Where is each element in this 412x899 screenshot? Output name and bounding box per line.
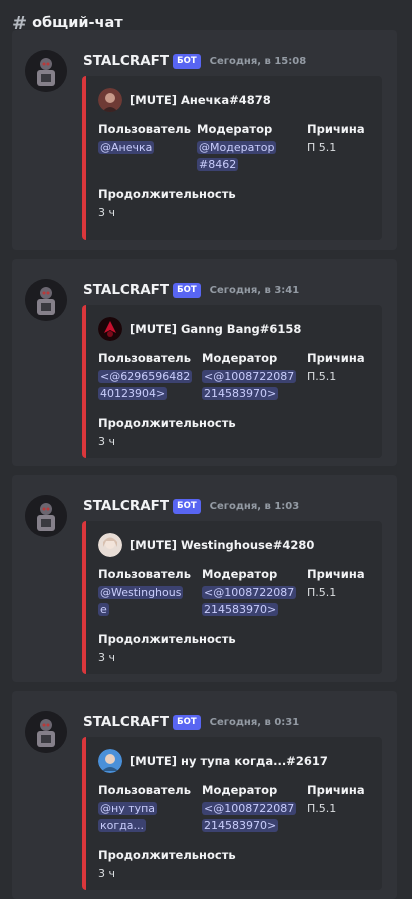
- bot-tag: БОТ: [173, 53, 201, 69]
- duration-value: 3 ч: [98, 206, 115, 219]
- mute-embed: [MUTE] Анечка#4878 Пользователь @Анечка …: [82, 76, 382, 240]
- bot-avatar[interactable]: [25, 50, 67, 92]
- message-header: STALCRAFT БОТ Сегодня, в 15:08: [83, 53, 306, 69]
- embed-title: [MUTE] ну тупа когда...#2617: [130, 754, 328, 768]
- field-moderator-label: Модератор: [202, 783, 278, 797]
- field-reason: Причина П.5.1: [307, 567, 377, 601]
- mute-embed: [MUTE] Ganng Bang#6158 Пользователь <@62…: [82, 305, 382, 458]
- field-reason: Причина П 5.1: [307, 122, 377, 156]
- field-user-label: Пользователь: [98, 783, 191, 797]
- bot-tag: БОТ: [173, 714, 201, 730]
- embed-user-avatar: [98, 749, 122, 773]
- message-header: STALCRAFT БОТ Сегодня, в 1:03: [83, 498, 299, 514]
- reason-value: П 5.1: [307, 141, 337, 154]
- timestamp: Сегодня, в 15:08: [209, 55, 307, 67]
- field-user-label: Пользователь: [98, 567, 191, 581]
- message[interactable]: STALCRAFT БОТ Сегодня, в 3:41 [MUTE] Gan…: [12, 259, 397, 466]
- field-moderator-label: Модератор: [197, 122, 273, 136]
- message[interactable]: STALCRAFT БОТ Сегодня, в 1:03 [MUTE] Wes…: [12, 475, 397, 682]
- field-duration: Продолжительность 3 ч: [98, 848, 358, 882]
- mute-embed: [MUTE] Westinghouse#4280 Пользователь @W…: [82, 521, 382, 674]
- message[interactable]: STALCRAFT БОТ Сегодня, в 0:31 [MUTE] ну …: [12, 691, 397, 899]
- user-mention-part1[interactable]: <@6296596482: [98, 370, 193, 383]
- moderator-mention-part1[interactable]: <@1008722087: [202, 586, 297, 599]
- embed-user-avatar: [98, 88, 122, 112]
- reason-value: П.5.1: [307, 370, 337, 383]
- embed-author: [MUTE] Ganng Bang#6158: [98, 317, 301, 341]
- user-mention-part2[interactable]: когда...: [98, 819, 146, 832]
- field-duration: Продолжительность 3 ч: [98, 632, 358, 666]
- field-duration: Продолжительность 3 ч: [98, 416, 358, 450]
- field-duration-label: Продолжительность: [98, 632, 236, 646]
- field-moderator-label: Модератор: [202, 351, 278, 365]
- embed-author: [MUTE] Анечка#4878: [98, 88, 271, 112]
- author-name[interactable]: STALCRAFT: [83, 714, 169, 730]
- embed-title: [MUTE] Анечка#4878: [130, 93, 271, 107]
- field-moderator: Модератор <@1008722087 214583970>: [202, 783, 302, 834]
- moderator-mention-part1[interactable]: @Модератор: [197, 141, 277, 154]
- bot-avatar[interactable]: [25, 495, 67, 537]
- embed-title: [MUTE] Westinghouse#4280: [130, 538, 315, 552]
- bot-avatar[interactable]: [25, 711, 67, 753]
- timestamp: Сегодня, в 1:03: [209, 500, 300, 512]
- moderator-mention-part1[interactable]: <@1008722087: [202, 802, 297, 815]
- timestamp: Сегодня, в 3:41: [209, 284, 300, 296]
- field-reason-label: Причина: [307, 122, 365, 136]
- embed-user-avatar: [98, 317, 122, 341]
- embed-user-avatar: [98, 533, 122, 557]
- author-name[interactable]: STALCRAFT: [83, 53, 169, 69]
- user-mention-part1[interactable]: @Westinghous: [98, 586, 184, 599]
- moderator-mention-part2[interactable]: 214583970>: [202, 819, 279, 832]
- channel-name[interactable]: общий-чат: [32, 15, 123, 31]
- field-reason-label: Причина: [307, 567, 365, 581]
- field-reason: Причина П.5.1: [307, 351, 377, 385]
- message-header: STALCRAFT БОТ Сегодня, в 0:31: [83, 714, 299, 730]
- field-duration-label: Продолжительность: [98, 848, 236, 862]
- moderator-mention-part2[interactable]: 214583970>: [202, 387, 279, 400]
- embed-author: [MUTE] Westinghouse#4280: [98, 533, 314, 557]
- field-reason-label: Причина: [307, 351, 365, 365]
- duration-value: 3 ч: [98, 867, 115, 880]
- reason-value: П.5.1: [307, 586, 337, 599]
- field-user: Пользователь @Анечка: [98, 122, 194, 156]
- message[interactable]: STALCRAFT БОТ Сегодня, в 15:08 [MUTE] Ан…: [12, 30, 397, 250]
- field-moderator-label: Модератор: [202, 567, 278, 581]
- field-reason-label: Причина: [307, 783, 365, 797]
- timestamp: Сегодня, в 0:31: [209, 716, 300, 728]
- field-moderator: Модератор <@1008722087 214583970>: [202, 567, 302, 618]
- field-duration: Продолжительность 3 ч: [98, 187, 358, 221]
- moderator-mention-part2[interactable]: #8462: [197, 158, 239, 171]
- author-name[interactable]: STALCRAFT: [83, 282, 169, 298]
- field-user: Пользователь <@6296596482 40123904>: [98, 351, 198, 402]
- duration-value: 3 ч: [98, 651, 115, 664]
- field-reason: Причина П.5.1: [307, 783, 377, 817]
- moderator-mention-part1[interactable]: <@1008722087: [202, 370, 297, 383]
- field-duration-label: Продолжительность: [98, 187, 236, 201]
- field-user-label: Пользователь: [98, 122, 191, 136]
- bot-tag: БОТ: [173, 498, 201, 514]
- field-duration-label: Продолжительность: [98, 416, 236, 430]
- user-mention[interactable]: @Анечка: [98, 141, 155, 154]
- embed-author: [MUTE] ну тупа когда...#2617: [98, 749, 328, 773]
- reason-value: П.5.1: [307, 802, 337, 815]
- message-header: STALCRAFT БОТ Сегодня, в 3:41: [83, 282, 299, 298]
- mute-embed: [MUTE] ну тупа когда...#2617 Пользовател…: [82, 737, 382, 890]
- bot-tag: БОТ: [173, 282, 201, 298]
- moderator-mention-part2[interactable]: 214583970>: [202, 603, 279, 616]
- field-user: Пользователь @ну тупа когда...: [98, 783, 198, 834]
- user-mention-part2[interactable]: 40123904>: [98, 387, 168, 400]
- embed-title: [MUTE] Ganng Bang#6158: [130, 322, 302, 336]
- user-mention-part1[interactable]: @ну тупа: [98, 802, 158, 815]
- field-moderator: Модератор <@1008722087 214583970>: [202, 351, 302, 402]
- bot-avatar[interactable]: [25, 279, 67, 321]
- field-user: Пользователь @Westinghous e: [98, 567, 198, 618]
- author-name[interactable]: STALCRAFT: [83, 498, 169, 514]
- duration-value: 3 ч: [98, 435, 115, 448]
- field-moderator: Модератор @Модератор #8462: [197, 122, 297, 173]
- field-user-label: Пользователь: [98, 351, 191, 365]
- user-mention-part2[interactable]: e: [98, 603, 109, 616]
